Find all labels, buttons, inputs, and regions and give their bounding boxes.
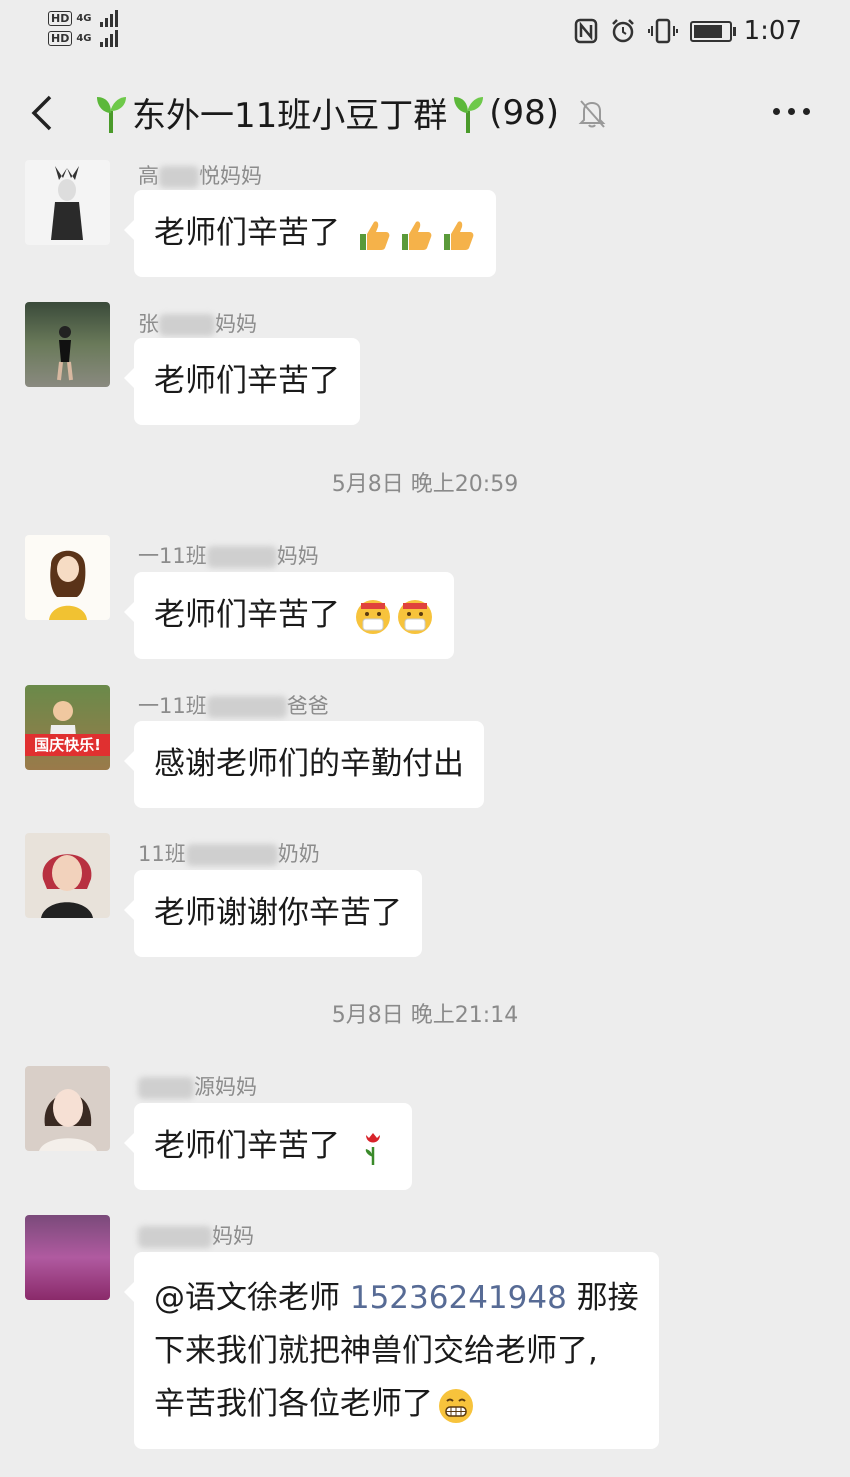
- avatar[interactable]: [25, 1066, 110, 1151]
- clock: 1:07: [743, 16, 802, 46]
- timestamp: 5月8日 晚上20:59: [331, 472, 519, 497]
- sender-name: 一11班 爸爸: [138, 694, 329, 718]
- member-count: (98): [489, 92, 560, 133]
- message-text: 老师谢谢你辛苦了: [154, 895, 402, 931]
- mask-face-icon: [397, 599, 432, 634]
- message-text: 老师们辛苦了: [154, 597, 340, 633]
- message-text-line: 下来我们就把神兽们交给老师了,: [154, 1333, 598, 1369]
- back-arrow-icon[interactable]: [30, 94, 54, 132]
- alarm-icon: [611, 19, 634, 43]
- thumbs-up-icon: [401, 220, 432, 250]
- grimace-icon: [439, 1388, 473, 1423]
- sender-name: 高悦妈妈: [138, 164, 262, 188]
- phone-link[interactable]: 15236241948: [350, 1280, 567, 1316]
- sender-name: 11班 奶奶: [138, 842, 320, 866]
- hd-badge: HD: [48, 30, 73, 46]
- sender-name: 源妈妈: [138, 1071, 257, 1101]
- timestamp: 5月8日 晚上21:14: [331, 1003, 519, 1028]
- network-label: 4G: [76, 12, 92, 24]
- message-text: 老师们辛苦了: [154, 1128, 340, 1164]
- group-name: 东外一11班小豆丁群: [132, 96, 448, 136]
- signal-icon: [99, 9, 118, 27]
- message-text: 老师们辛苦了: [154, 363, 340, 399]
- signal-area: HD 4G HD 4G: [48, 8, 118, 48]
- sender-name: 妈妈: [138, 1220, 254, 1250]
- more-options-button[interactable]: [773, 108, 810, 115]
- avatar[interactable]: [25, 160, 110, 245]
- avatar[interactable]: [25, 833, 110, 918]
- battery-icon: [689, 20, 736, 42]
- avatar[interactable]: [25, 1215, 110, 1300]
- status-bar: HD 4G HD 4G 1:07: [0, 0, 850, 64]
- sender-name: 一11班 妈妈: [138, 544, 319, 568]
- message-bubble[interactable]: 老师谢谢你辛苦了: [124, 870, 422, 957]
- mute-bell-icon: [578, 99, 606, 128]
- message-bubble[interactable]: @语文徐老师 15236241948 那接 下来我们就把神兽们交给老师了, 辛苦…: [124, 1252, 659, 1449]
- message-bubble[interactable]: 老师们辛苦了: [124, 190, 496, 277]
- vibrate-icon: [647, 18, 678, 44]
- message-text: 老师们辛苦了: [154, 215, 340, 251]
- signal-icon: [99, 29, 118, 47]
- sprout-icon: [97, 96, 126, 133]
- rose-icon: [365, 1132, 380, 1165]
- thumbs-up-icon: [443, 220, 474, 250]
- message-bubble[interactable]: 老师们辛苦了: [124, 572, 454, 659]
- message-text-line: 辛苦我们各位老师了: [154, 1378, 639, 1431]
- network-label: 4G: [76, 32, 92, 44]
- message-bubble[interactable]: 感谢老师们的辛勤付出: [124, 721, 484, 808]
- message-bubble[interactable]: 老师们辛苦了: [124, 1103, 412, 1190]
- message-text: 感谢老师们的辛勤付出: [154, 746, 464, 782]
- avatar[interactable]: [25, 535, 110, 620]
- chat-header: 东外一11班小豆丁群 (98): [0, 64, 850, 160]
- hd-badge: HD: [48, 10, 73, 26]
- sender-name: 张妈妈: [138, 312, 257, 336]
- avatar-badge: 国庆快乐!: [25, 734, 110, 756]
- message-list[interactable]: 高悦妈妈 老师们辛苦了 张妈妈 老师们辛苦了 5月8日 晚上20:59 一11班…: [0, 160, 850, 1477]
- avatar[interactable]: [25, 302, 110, 387]
- message-bubble[interactable]: 老师们辛苦了: [124, 338, 360, 425]
- sprout-icon: [454, 96, 484, 133]
- thumbs-up-icon: [359, 220, 390, 250]
- message-text-line: @语文徐老师 15236241948 那接: [154, 1280, 639, 1316]
- chat-title: 东外一11班小豆丁群 (98): [94, 88, 607, 137]
- nfc-icon: [574, 18, 597, 44]
- mask-face-icon: [355, 599, 390, 634]
- avatar[interactable]: 国庆快乐!: [25, 685, 110, 770]
